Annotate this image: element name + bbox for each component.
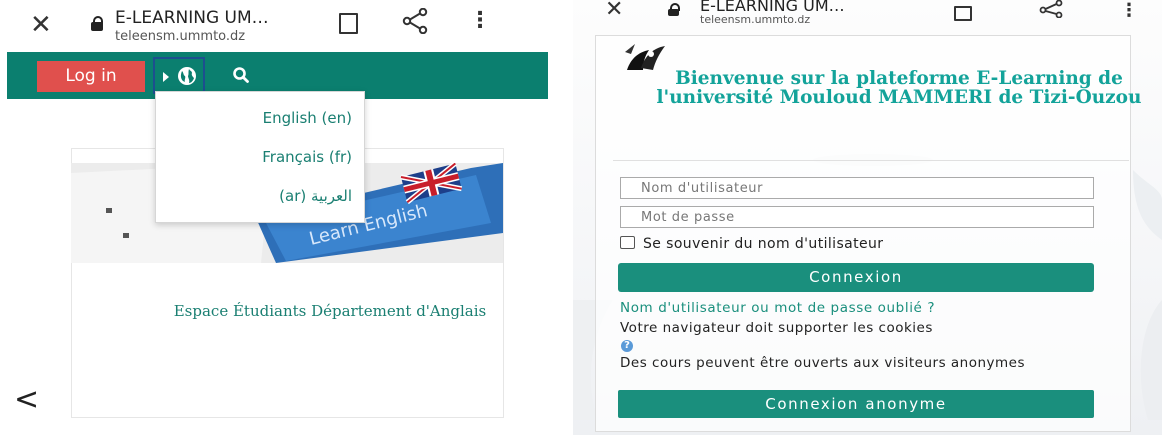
cookies-notice: Votre navigateur doit supporter les cook… <box>620 320 933 336</box>
forgot-credentials-link[interactable]: Nom d'utilisateur ou mot de passe oublié… <box>620 300 935 316</box>
browser-url[interactable]: teleensm.ummto.dz <box>700 13 810 26</box>
share-icon[interactable] <box>401 8 429 34</box>
left-screen: ✕ E-LEARNING UM… teleensm.ummto.dz ⋮ Log… <box>0 0 548 435</box>
back-arrow-icon[interactable]: < <box>14 385 39 415</box>
username-field[interactable] <box>620 177 1094 199</box>
close-icon[interactable]: ✕ <box>605 0 623 23</box>
language-option-ar[interactable]: العربية (ar) <box>279 187 352 205</box>
remember-checkbox[interactable] <box>620 236 635 249</box>
guest-access-notice: Des cours peuvent être ouverts aux visit… <box>620 355 1026 371</box>
bookmark-icon[interactable] <box>954 6 972 21</box>
search-icon[interactable] <box>232 66 250 84</box>
lock-icon <box>668 3 680 16</box>
language-dropdown: English (en) Français (fr) العربية (ar) <box>155 91 365 223</box>
course-title-link[interactable]: Espace Étudiants Département d'Anglais <box>160 300 500 322</box>
bookmark-icon[interactable] <box>339 13 358 34</box>
login-submit-button[interactable]: Connexion <box>618 263 1094 292</box>
browser-url[interactable]: teleensm.ummto.dz <box>115 29 245 44</box>
divider <box>613 160 1129 161</box>
language-option-en[interactable]: English (en) <box>263 109 352 127</box>
browser-toolbar: ✕ E-LEARNING UM… teleensm.ummto.dz ⋮ <box>0 0 548 52</box>
right-screen: ✕ E-LEARNING UM… teleensm.ummto.dz ⋮ Bie… <box>573 0 1162 435</box>
help-icon[interactable]: ? <box>621 340 633 352</box>
welcome-heading: Bienvenue sur la plateforme E-Learning d… <box>656 68 1142 108</box>
caret-right-icon <box>163 72 169 82</box>
lock-icon <box>91 16 103 31</box>
share-icon[interactable] <box>1038 0 1064 18</box>
close-icon[interactable]: ✕ <box>30 12 52 38</box>
remember-label: Se souvenir du nom d'utilisateur <box>643 236 884 252</box>
browser-page-title: E-LEARNING UM… <box>115 8 269 28</box>
more-vert-icon[interactable]: ⋮ <box>1120 0 1138 22</box>
password-field[interactable] <box>620 206 1094 228</box>
remember-username[interactable]: Se souvenir du nom d'utilisateur <box>620 236 883 252</box>
globe-icon <box>178 67 196 85</box>
more-vert-icon[interactable]: ⋮ <box>469 10 491 32</box>
login-button[interactable]: Log in <box>37 61 145 92</box>
browser-toolbar: ✕ E-LEARNING UM… teleensm.ummto.dz ⋮ <box>573 0 1162 30</box>
language-option-fr[interactable]: Français (fr) <box>262 148 352 166</box>
language-menu-toggle[interactable] <box>153 57 205 94</box>
guest-login-button[interactable]: Connexion anonyme <box>618 390 1094 418</box>
